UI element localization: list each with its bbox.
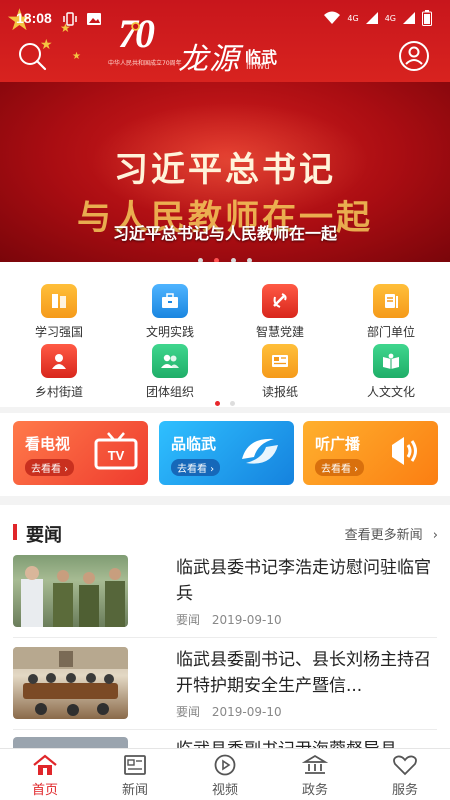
news-date: 2019-09-10 xyxy=(211,705,282,719)
more-news-link[interactable]: 查看更多新闻 › xyxy=(345,524,438,543)
search-icon[interactable] xyxy=(16,40,48,72)
grid-label: 文明实践 xyxy=(145,325,194,339)
news-date: 2019-09-10 xyxy=(211,613,282,627)
play-icon xyxy=(180,753,270,777)
briefcase-icon xyxy=(152,284,188,318)
heart-icon xyxy=(360,753,450,777)
grid-page-indicator xyxy=(0,391,450,410)
wifi-icon xyxy=(324,11,341,24)
news-header: 要闻 查看更多新闻 › xyxy=(0,521,450,546)
card-title: 品临武 xyxy=(171,435,217,453)
news-photo-soldiers xyxy=(21,566,125,627)
news-headline: 临武县委副书记、县长刘杨主持召开特护期安全生产暨信... xyxy=(176,650,431,696)
media-cards: 看电视 去看看 › TV 品临武 去看看 › 听广播 去看看 › xyxy=(0,413,450,496)
divider xyxy=(13,637,437,638)
news-photo-meeting xyxy=(13,647,128,716)
more-news-label: 查看更多新闻 xyxy=(344,528,423,543)
section-accent-bar xyxy=(13,524,17,540)
banner-headline-line1: 习近平总书记 xyxy=(114,150,336,190)
card-go-link[interactable]: 去看看 › xyxy=(25,459,75,476)
news-section: 要闻 查看更多新闻 › 临武县委书记李浩走访慰问驻临官兵 要闻 2019-09-… xyxy=(0,505,450,748)
grid-label: 智慧党建 xyxy=(255,325,304,339)
party-emblem-icon xyxy=(262,284,298,318)
news-tag: 要闻 xyxy=(176,613,201,627)
national-emblem-icon xyxy=(131,22,140,31)
grid-item-dangjian[interactable]: 智慧党建 xyxy=(230,284,330,340)
nav-services[interactable]: 服务 xyxy=(360,753,450,798)
carousel-indicator xyxy=(0,248,450,262)
news-item[interactable]: 临武县委书记李浩走访慰问驻临官兵 要闻 2019-09-10 xyxy=(0,555,450,647)
linwu-card[interactable]: 品临武 去看看 › xyxy=(159,421,294,485)
nav-home[interactable]: 首页 xyxy=(0,753,90,798)
network-label-2: 4G xyxy=(384,13,396,23)
nav-video[interactable]: 视频 xyxy=(180,753,270,798)
image-icon xyxy=(87,13,101,25)
status-bar: 18:08 4G 4G xyxy=(0,8,450,32)
card-go-link[interactable]: 去看看 › xyxy=(315,459,365,476)
nav-government[interactable]: 政务 xyxy=(270,753,360,798)
news-headline: 临武县委副书记尹海蓉督导县 xyxy=(176,737,442,748)
tv-card[interactable]: 看电视 去看看 › TV xyxy=(13,421,148,485)
news-thumbnail xyxy=(13,555,128,627)
svg-text:TV: TV xyxy=(108,448,125,463)
grid-item-wenming[interactable]: 文明实践 xyxy=(120,284,220,340)
logo-swirl-icon xyxy=(242,438,278,464)
grid-page-dot-active[interactable] xyxy=(215,401,221,406)
feature-grid: 学习强国 文明实践 智慧党建 部门单位 乡村街道 团体组织 读报纸 人文文化 xyxy=(0,262,450,407)
grid-item-xuexi[interactable]: 学习强国 xyxy=(9,284,109,340)
government-building-icon xyxy=(270,753,360,777)
status-time: 18:08 xyxy=(16,10,52,26)
nav-label: 新闻 xyxy=(121,783,148,798)
grid-page-dot[interactable] xyxy=(229,401,235,406)
battery-icon xyxy=(422,10,432,26)
group-icon xyxy=(152,344,188,378)
news-thumbnail xyxy=(13,647,128,719)
book-icon xyxy=(41,284,77,318)
star-decoration: ★ xyxy=(72,51,81,62)
bottom-navigation: 首页 新闻 视频 政务 服务 xyxy=(0,748,450,800)
section-title: 要闻 xyxy=(26,525,62,546)
card-title: 看电视 xyxy=(25,435,71,453)
news-thumbnail xyxy=(13,737,128,748)
person-icon xyxy=(41,344,77,378)
news-headline: 临武县委书记李浩走访慰问驻临官兵 xyxy=(176,558,431,604)
nav-news[interactable]: 新闻 xyxy=(90,753,180,798)
open-book-icon xyxy=(373,344,409,378)
banner-carousel[interactable]: 习近平总书记 与人民教师在一起 习近平总书记与人民教师在一起 xyxy=(0,82,450,262)
document-icon xyxy=(373,284,409,318)
nav-label: 视频 xyxy=(211,783,238,798)
radio-card[interactable]: 听广播 去看看 › xyxy=(303,421,438,485)
nav-label: 服务 xyxy=(391,783,418,798)
emblem-caption: 中华人民共和国成立70周年 xyxy=(108,60,182,67)
vibrate-icon xyxy=(63,12,77,26)
grid-item-bumen[interactable]: 部门单位 xyxy=(341,284,441,340)
nav-label: 首页 xyxy=(31,783,58,798)
newspaper-icon xyxy=(262,344,298,378)
card-title: 听广播 xyxy=(315,435,361,453)
news-item[interactable]: 临武县委副书记、县长刘杨主持召开特护期安全生产暨信... 要闻 2019-09-… xyxy=(0,647,450,739)
speaker-icon xyxy=(392,437,417,465)
news-meta: 要闻 2019-09-10 xyxy=(176,611,290,628)
chevron-right-icon: › xyxy=(432,528,438,543)
grid-label: 学习强国 xyxy=(34,325,83,339)
brand-calligraphy: 龙源 xyxy=(178,42,240,77)
nav-label: 政务 xyxy=(301,783,328,798)
card-go-link[interactable]: 去看看 › xyxy=(171,459,221,476)
signal-icon xyxy=(365,12,378,24)
network-label-1: 4G xyxy=(347,13,359,23)
grid-label: 部门单位 xyxy=(366,325,415,339)
user-profile-icon[interactable] xyxy=(398,40,430,72)
banner-caption: 习近平总书记与人民教师在一起 xyxy=(112,224,337,243)
news-tag: 要闻 xyxy=(176,705,201,719)
app-header: ★ ★ ★ ★ 18:08 4G 4G 70 中华人民共和国成立70周年 龙源 … xyxy=(0,0,450,82)
home-icon xyxy=(0,753,90,777)
divider xyxy=(13,729,437,730)
signal-icon xyxy=(403,12,415,24)
status-indicators: 4G 4G xyxy=(323,10,432,26)
news-item[interactable]: 临武县委副书记尹海蓉督导县 xyxy=(0,737,450,748)
brand-pinyin: linwu xyxy=(246,62,270,72)
tv-icon: TV xyxy=(94,432,138,470)
newspaper-icon xyxy=(90,753,180,777)
news-meta: 要闻 2019-09-10 xyxy=(176,703,290,720)
